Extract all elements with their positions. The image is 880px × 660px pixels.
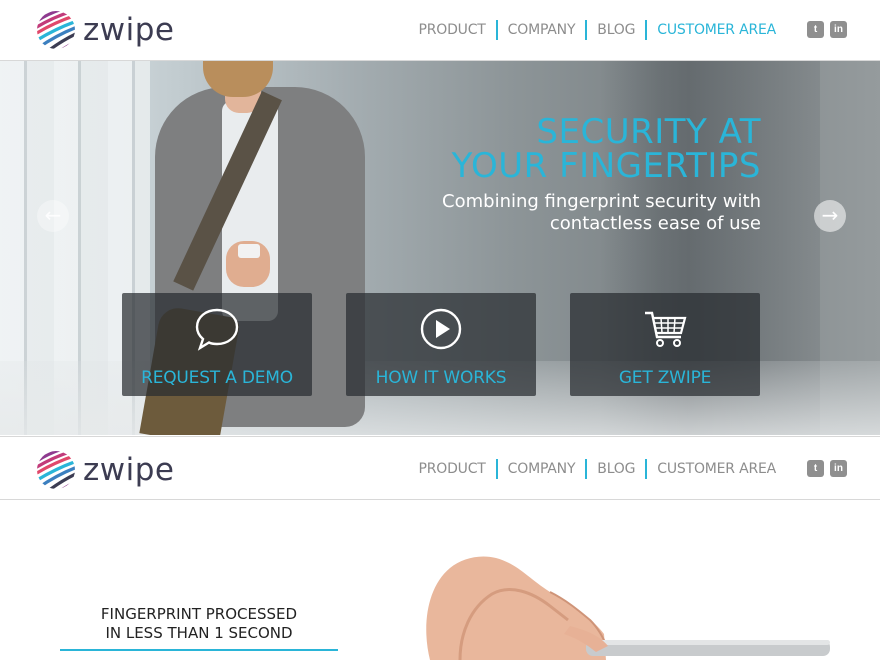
linkedin-icon[interactable]: in (830, 21, 847, 38)
get-zwipe-label: GET ZWIPE (618, 368, 712, 388)
twitter-icon[interactable]: t (807, 460, 824, 477)
nav-item-product[interactable]: PRODUCT (409, 459, 496, 479)
zwipe-card (238, 244, 260, 258)
feature-underline (60, 649, 338, 651)
nav-item-blog[interactable]: BLOG (585, 459, 645, 479)
request-demo-button[interactable]: REQUEST A DEMO (122, 293, 312, 396)
primary-nav: PRODUCT COMPANY BLOG CUSTOMER AREA (409, 20, 786, 40)
logo-wordmark: zwipe (83, 452, 175, 488)
logo-wordmark: zwipe (83, 12, 175, 48)
speech-bubble-icon (195, 308, 239, 351)
hero-subtitle: Combining fingerprint security with cont… (442, 191, 761, 235)
nav-item-customer-area[interactable]: CUSTOMER AREA (645, 20, 786, 40)
finger-on-card-photo (426, 556, 830, 660)
nav-item-customer-area[interactable]: CUSTOMER AREA (645, 459, 786, 479)
social-links: t in (807, 21, 847, 38)
feature-heading: FINGERPRINT PROCESSED IN LESS THAN 1 SEC… (60, 605, 338, 643)
get-zwipe-button[interactable]: GET ZWIPE (570, 293, 760, 396)
nav-item-company[interactable]: COMPANY (495, 459, 586, 479)
twitter-icon[interactable]: t (807, 21, 824, 38)
hero-carousel: SECURITY AT YOUR FINGERTIPS Combining fi… (0, 61, 880, 435)
shopping-cart-icon (645, 311, 687, 347)
secondary-header: zwipe PRODUCT COMPANY BLOG CUSTOMER AREA… (0, 436, 880, 500)
request-demo-label: REQUEST A DEMO (141, 368, 293, 388)
feature-heading-line-2: IN LESS THAN 1 SECOND (105, 624, 293, 642)
carousel-next-arrow-icon[interactable]: → (814, 200, 846, 232)
hero-subtitle-line-1: Combining fingerprint security with (442, 191, 761, 212)
hero-title-line-2: YOUR FINGERTIPS (451, 146, 761, 186)
logo[interactable]: zwipe (36, 10, 175, 50)
how-it-works-label: HOW IT WORKS (375, 368, 507, 388)
how-it-works-button[interactable]: HOW IT WORKS (346, 293, 536, 396)
linkedin-icon[interactable]: in (830, 460, 847, 477)
play-icon (420, 308, 462, 350)
logo[interactable]: zwipe (36, 450, 175, 490)
zwipe-logo-icon (37, 451, 75, 489)
nav-item-company[interactable]: COMPANY (495, 20, 586, 40)
hero-title-line-1: SECURITY AT (536, 112, 761, 152)
nav-item-blog[interactable]: BLOG (585, 20, 645, 40)
hero-title: SECURITY AT YOUR FINGERTIPS (452, 115, 761, 183)
carousel-prev-arrow-icon[interactable]: ← (37, 200, 69, 232)
feature-heading-line-1: FINGERPRINT PROCESSED (100, 605, 298, 623)
main-header: zwipe PRODUCT COMPANY BLOG CUSTOMER AREA… (0, 0, 880, 61)
secondary-nav: PRODUCT COMPANY BLOG CUSTOMER AREA (409, 459, 786, 479)
zwipe-logo-icon (37, 11, 75, 49)
social-links: t in (807, 460, 847, 477)
hero-subtitle-line-2: contactless ease of use (549, 213, 761, 234)
nav-item-product[interactable]: PRODUCT (409, 20, 496, 40)
feature-callout: FINGERPRINT PROCESSED IN LESS THAN 1 SEC… (60, 605, 338, 651)
